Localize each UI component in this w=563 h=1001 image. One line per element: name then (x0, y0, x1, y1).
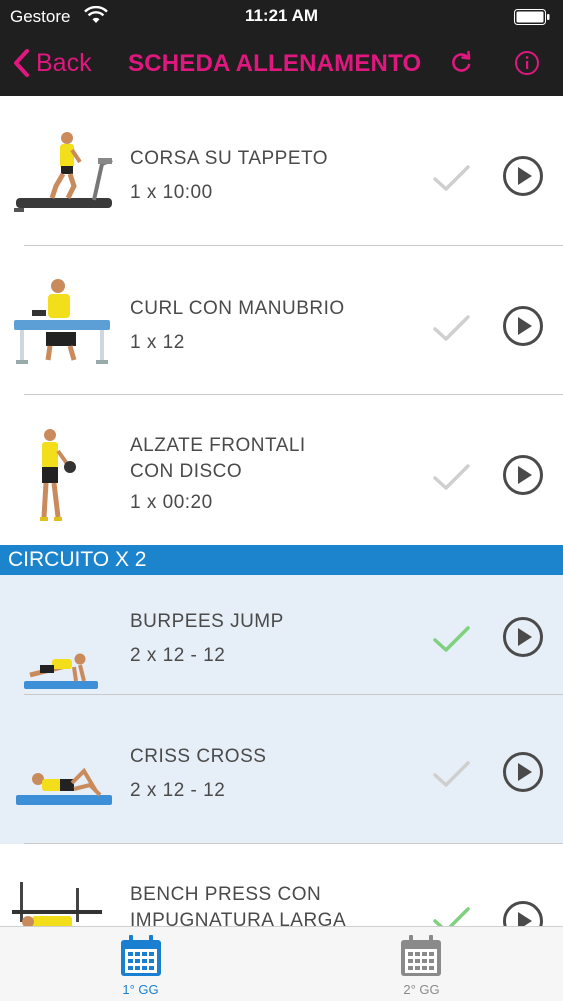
tab-day-1[interactable]: 1° GG (0, 927, 281, 1001)
checkmark-icon[interactable] (432, 760, 472, 790)
exercise-name: BURPEES JUMP (130, 611, 284, 632)
play-icon[interactable] (502, 751, 544, 793)
list-item[interactable]: CORSA SU TAPPETO 1 x 10:00 (0, 96, 563, 246)
exercise-name: BENCH PRESS CON IMPUGNATURA LARGA (130, 882, 346, 926)
checkmark-icon[interactable] (432, 314, 472, 344)
play-icon[interactable] (502, 155, 544, 197)
battery-icon (514, 9, 550, 25)
checkmark-icon[interactable] (432, 164, 472, 194)
refresh-icon[interactable] (449, 50, 473, 81)
exercise-thumbnail (16, 767, 112, 805)
exercise-reps: 2 x 12 - 12 (130, 645, 226, 666)
play-icon[interactable] (502, 616, 544, 658)
exercise-list[interactable]: CORSA SU TAPPETO 1 x 10:00 CURL CON MANU… (0, 96, 563, 926)
exercise-reps: 2 x 12 - 12 (130, 780, 226, 801)
play-icon[interactable] (502, 305, 544, 347)
exercise-reps: 1 x 10:00 (130, 182, 213, 203)
exercise-thumbnail (14, 279, 110, 364)
status-bar: Gestore 11:21 AM (0, 0, 563, 34)
page-title: SCHEDA ALLENAMENTO (128, 50, 422, 77)
exercise-reps: 1 x 00:20 (130, 492, 213, 513)
clock: 11:21 AM (244, 6, 319, 25)
navigation-bar: Back SCHEDA ALLENAMENTO (0, 34, 563, 96)
list-item[interactable]: CRISS CROSS 2 x 12 - 12 (0, 695, 563, 844)
section-header: CIRCUITO X 2 (0, 545, 563, 575)
chevron-left-icon (14, 49, 29, 77)
calendar-icon (401, 935, 441, 976)
exercise-name: CRISS CROSS (130, 746, 267, 767)
exercise-name-line: BENCH PRESS CON (130, 884, 322, 905)
list-item[interactable]: CURL CON MANUBRIO 1 x 12 (0, 246, 563, 395)
exercise-thumbnail (12, 882, 102, 926)
tab-label: 2° GG (403, 982, 440, 997)
checkmark-icon[interactable] (432, 906, 472, 926)
exercise-name: ALZATE FRONTALI CON DISCO (130, 433, 306, 485)
exercise-name-line: CON DISCO (130, 461, 243, 482)
checkmark-icon[interactable] (432, 625, 472, 655)
top-bar: Gestore 11:21 AM Back SCHEDA ALLENAMENTO (0, 0, 563, 96)
exercise-name: CURL CON MANUBRIO (130, 298, 345, 319)
play-icon[interactable] (502, 454, 544, 496)
section-label: CIRCUITO X 2 (8, 548, 147, 571)
list-item[interactable]: ALZATE FRONTALI CON DISCO 1 x 00:20 (0, 395, 563, 545)
tab-day-2[interactable]: 2° GG (281, 927, 562, 1001)
back-button[interactable]: Back (12, 48, 92, 78)
exercise-thumbnail (40, 429, 76, 521)
list-item[interactable]: BURPEES JUMP 2 x 12 - 12 (0, 575, 563, 695)
calendar-icon (121, 935, 161, 976)
checkmark-icon[interactable] (432, 463, 472, 493)
exercise-reps: 1 x 12 (130, 332, 185, 353)
exercise-name-line: ALZATE FRONTALI (130, 435, 306, 456)
exercise-name: CORSA SU TAPPETO (130, 148, 329, 169)
info-icon[interactable] (514, 50, 540, 81)
back-label: Back (36, 48, 92, 77)
exercise-thumbnail (24, 653, 98, 689)
list-item[interactable]: BENCH PRESS CON IMPUGNATURA LARGA (0, 844, 563, 926)
exercise-thumbnail (14, 132, 113, 212)
tab-bar: 1° GG 2° GG (0, 926, 563, 1001)
tab-label: 1° GG (122, 982, 159, 997)
play-icon[interactable] (502, 900, 544, 926)
exercise-name-line: IMPUGNATURA LARGA (130, 910, 347, 926)
